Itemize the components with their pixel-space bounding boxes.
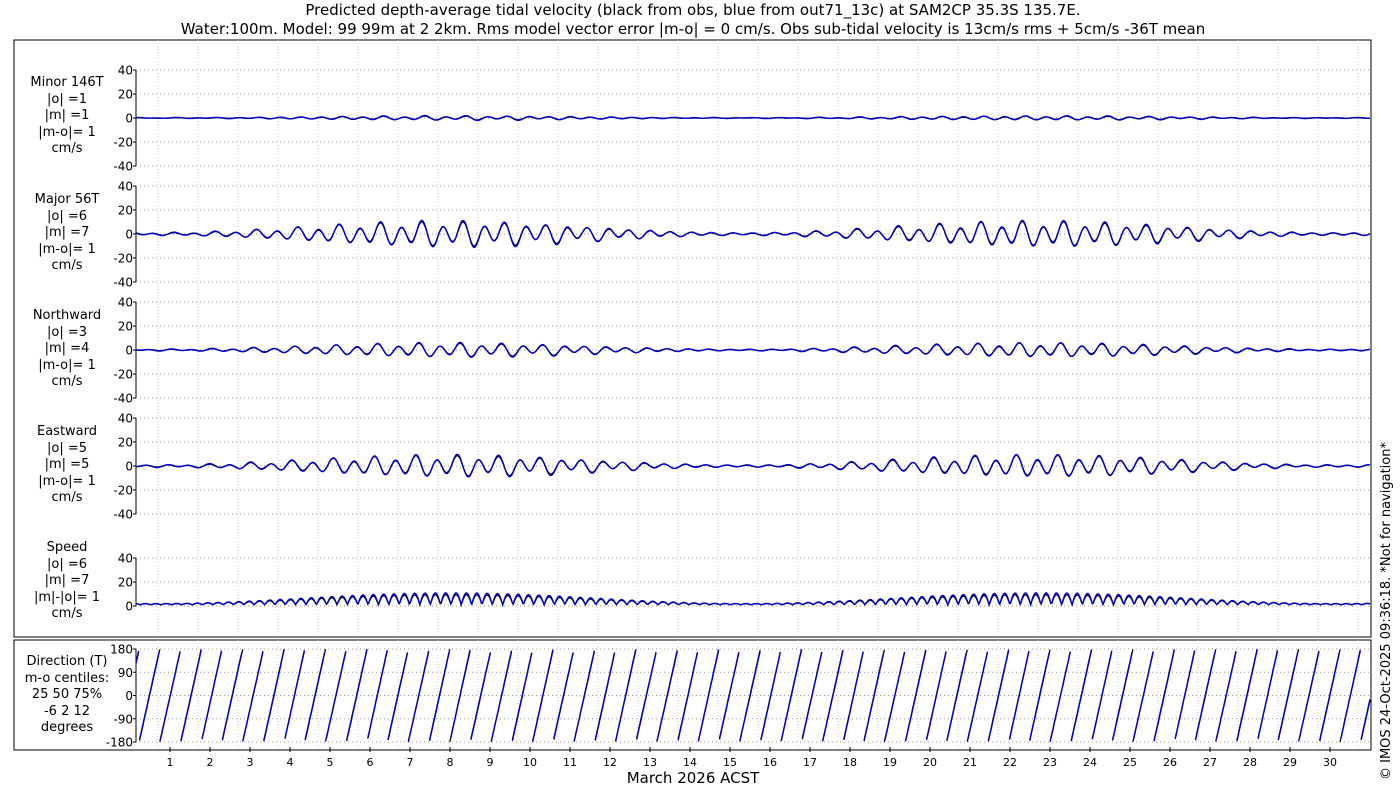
northward-y-tick-label: 20 [118, 320, 133, 334]
speed-label-line: |m|-|o|= 1 [33, 589, 101, 605]
x-tick-label: 30 [1323, 756, 1337, 769]
minor-y-tick-label: 20 [118, 88, 133, 102]
speed-y-tick-label: 0 [125, 600, 133, 614]
eastward-label-line: |o| =5 [46, 440, 87, 456]
x-tick-label: 22 [1003, 756, 1017, 769]
northward-label-line: Northward [32, 308, 102, 323]
x-tick-label: 29 [1283, 756, 1297, 769]
copyright-text: © IMOS 24-Oct-2025 09:36:18. *Not for na… [1379, 442, 1394, 780]
northward-panel-label: Northward |o| =3 |m| =4 |m-o|= 1 cm/s [14, 308, 120, 391]
direction-label-line: Direction (T) [26, 654, 108, 669]
x-tick-label: 6 [367, 756, 374, 769]
x-tick-label: 4 [287, 756, 294, 769]
eastward-y-tick-label: -40 [113, 508, 133, 522]
x-tick-label: 2 [207, 756, 214, 769]
x-tick-label: 11 [563, 756, 577, 769]
x-tick-label: 15 [723, 756, 737, 769]
x-tick-label: 19 [883, 756, 897, 769]
x-tick-label: 27 [1203, 756, 1217, 769]
x-tick-label: 12 [603, 756, 617, 769]
speed-y-tick-label: 40 [118, 552, 133, 566]
direction-label-line: 25 50 75% [31, 687, 103, 702]
x-tick-label: 9 [487, 756, 494, 769]
eastward-label-line: |m-o|= 1 [38, 473, 96, 489]
minor-label-line: Minor 146T [30, 75, 104, 90]
major-label-line: |m-o|= 1 [38, 241, 96, 257]
upper-panels-frame [13, 39, 1372, 638]
direction-label-line: m-o centiles: [24, 670, 110, 686]
minor-label-line: cm/s [51, 141, 83, 156]
x-tick-label: 16 [763, 756, 777, 769]
speed-y-tick-label: 20 [118, 576, 133, 590]
major-label-line: Major 56T [34, 192, 100, 207]
speed-label-line: cm/s [51, 606, 83, 621]
eastward-label-line: Eastward [36, 424, 98, 439]
major-panel-label: Major 56T |o| =6 |m| =7 |m-o|= 1 cm/s [14, 192, 120, 275]
minor-panel-label: Minor 146T |o| =1 |m| =1 |m-o|= 1 cm/s [14, 75, 120, 158]
major-label-line: |m| =7 [44, 225, 90, 240]
x-tick-label: 18 [843, 756, 857, 769]
major-y-tick-label: -40 [113, 276, 133, 290]
x-tick-label: 20 [923, 756, 937, 769]
x-tick-label: 13 [643, 756, 657, 769]
eastward-y-tick-label: 40 [118, 412, 133, 426]
minor-label-line: |m-o|= 1 [38, 124, 96, 140]
direction-label-line: degrees [40, 720, 94, 735]
eastward-label-line: |m| =5 [44, 457, 90, 472]
major-y-tick-label: 0 [125, 228, 133, 242]
minor-label-line: |m| =1 [44, 108, 90, 123]
eastward-label-line: cm/s [51, 490, 83, 505]
x-tick-label: 25 [1123, 756, 1137, 769]
x-tick-label: 3 [247, 756, 254, 769]
northward-y-tick-label: -40 [113, 392, 133, 406]
x-axis-label: March 2026 ACST [626, 769, 760, 787]
major-y-tick-label: 40 [118, 180, 133, 194]
x-tick-label: 17 [803, 756, 817, 769]
direction-y-tick-label: 90 [118, 666, 133, 680]
direction-label-line: -6 2 12 [43, 703, 91, 719]
speed-label-line: |m| =7 [44, 573, 90, 588]
x-tick-label: 28 [1243, 756, 1257, 769]
northward-label-line: |o| =3 [46, 324, 87, 340]
speed-label-line: |o| =6 [46, 556, 87, 572]
major-y-tick-label: 20 [118, 204, 133, 218]
chart-canvas: 1 2 3 4 5 6 7 8 9 10 11 12 13 14 15 16 17 18 19 20 21 22 23 24 2… [13, 39, 1372, 769]
x-tick-label: 23 [1043, 756, 1057, 769]
x-tick-label: 8 [447, 756, 454, 769]
major-label-line: |o| =6 [46, 208, 87, 224]
eastward-y-tick-label: 0 [125, 460, 133, 474]
x-tick-label: 26 [1163, 756, 1177, 769]
eastward-y-tick-label: 20 [118, 436, 133, 450]
minor-y-tick-label: -40 [113, 160, 133, 174]
minor-y-tick-label: 40 [118, 64, 133, 78]
x-tick-label: 24 [1083, 756, 1097, 769]
eastward-panel-label: Eastward |o| =5 |m| =5 |m-o|= 1 cm/s [14, 424, 120, 507]
direction-panel-label: Direction (T) m-o centiles: 25 50 75% -6… [14, 654, 120, 737]
northward-label-line: |m| =4 [44, 341, 90, 356]
direction-y-tick-label: 0 [125, 689, 133, 703]
northward-label-line: cm/s [51, 374, 83, 389]
minor-label-line: |o| =1 [46, 91, 87, 107]
speed-panel-label: Speed |o| =6 |m| =7 |m|-|o|= 1 cm/s [14, 540, 120, 623]
x-tick-label: 14 [683, 756, 697, 769]
northward-y-tick-label: 0 [125, 344, 133, 358]
direction-y-tick-label: -180 [106, 736, 133, 750]
northward-label-line: |m-o|= 1 [38, 357, 96, 373]
major-label-line: cm/s [51, 258, 83, 273]
x-tick-label: 1 [167, 756, 174, 769]
x-tick-label: 10 [523, 756, 537, 769]
x-tick-label: 5 [327, 756, 334, 769]
x-tick-label: 7 [407, 756, 414, 769]
minor-y-tick-label: 0 [125, 112, 133, 126]
x-tick-label: 21 [963, 756, 977, 769]
northward-y-tick-label: 40 [118, 296, 133, 310]
speed-label-line: Speed [46, 540, 88, 555]
